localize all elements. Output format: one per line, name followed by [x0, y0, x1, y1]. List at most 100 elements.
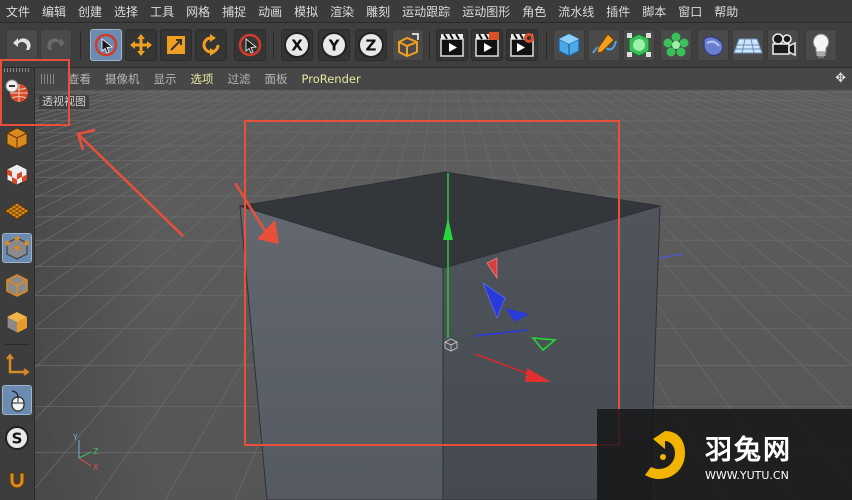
edit-render-settings-button[interactable] [506, 29, 538, 61]
viewport-menu-panel[interactable]: 面板 [258, 71, 295, 87]
camera-button[interactable] [767, 29, 799, 61]
menu-edit[interactable]: 编辑 [36, 3, 72, 20]
snap-icon: S [5, 426, 29, 450]
render-view-button[interactable] [436, 29, 468, 61]
texture-mode-icon [6, 163, 28, 186]
cube-button[interactable] [553, 29, 585, 61]
light-icon [812, 33, 830, 58]
svg-text:Y: Y [328, 37, 341, 55]
menu-mograph[interactable]: 运动图形 [456, 3, 516, 20]
z-axis-lock-button[interactable]: Z [355, 29, 387, 61]
pen-button[interactable] [588, 29, 620, 61]
rotate-button[interactable] [195, 29, 227, 61]
menu-simulate[interactable]: 模拟 [288, 3, 324, 20]
viewport-menu-filter[interactable]: 过滤 [221, 71, 258, 87]
magnet-icon [9, 472, 25, 489]
world-coordinate-button[interactable] [392, 29, 424, 61]
menu-motion-tracking[interactable]: 运动跟踪 [396, 3, 456, 20]
menu-pipeline[interactable]: 流水线 [552, 3, 600, 20]
menu-render[interactable]: 渲染 [324, 3, 360, 20]
main-toolbar: X Y Z [0, 23, 852, 68]
watermark-text: 羽兔网 WWW.YUTU.CN [705, 428, 792, 482]
undo-button[interactable] [6, 29, 38, 61]
pen-icon [592, 33, 617, 54]
undo-icon [13, 38, 31, 50]
menu-animate[interactable]: 动画 [252, 3, 288, 20]
axis-mode-icon [6, 353, 29, 376]
workplane-button[interactable] [2, 196, 32, 226]
toolbar-separator [80, 31, 81, 59]
x-axis-lock-button[interactable]: X [281, 29, 313, 61]
viewport-menu-options[interactable]: 选项 [184, 71, 221, 87]
svg-text:X: X [291, 37, 303, 55]
menu-script[interactable]: 脚本 [636, 3, 672, 20]
viewport-navigation-icon[interactable]: ✥ [835, 71, 846, 86]
move-icon [130, 34, 152, 56]
menu-help[interactable]: 帮助 [708, 3, 744, 20]
scale-button[interactable] [160, 29, 192, 61]
deformer-button[interactable] [697, 29, 729, 61]
edges-mode-button[interactable] [2, 270, 32, 300]
polygons-mode-button[interactable] [2, 307, 32, 337]
model-mode-button[interactable] [2, 123, 32, 153]
viewport-menu-display[interactable]: 显示 [147, 71, 184, 87]
light-button[interactable] [805, 29, 837, 61]
render-picture-viewer-icon [475, 32, 499, 57]
menu-tools[interactable]: 工具 [144, 3, 180, 20]
recent-tool-icon [238, 33, 262, 57]
live-selection-button[interactable] [90, 29, 122, 61]
render-view-icon [440, 33, 464, 57]
recent-tool-button[interactable] [234, 29, 266, 61]
workplane-icon [4, 202, 30, 220]
floor-icon [733, 38, 763, 54]
floor-button[interactable] [732, 29, 764, 61]
y-axis-lock-button[interactable]: Y [318, 29, 350, 61]
magnet-button[interactable] [2, 465, 32, 495]
deformer-icon [703, 36, 724, 56]
menu-file[interactable]: 文件 [0, 3, 36, 20]
watermark-url: WWW.YUTU.CN [705, 468, 789, 482]
toolbar-separator [546, 31, 547, 59]
camera-icon [772, 33, 796, 57]
redo-icon [47, 38, 65, 50]
move-button[interactable] [125, 29, 157, 61]
menu-character[interactable]: 角色 [516, 3, 552, 20]
subdivision-surface-button[interactable] [623, 29, 655, 61]
svg-text:Z: Z [366, 37, 377, 55]
menu-sculpt[interactable]: 雕刻 [360, 3, 396, 20]
svg-text:S: S [12, 430, 23, 448]
menu-snap[interactable]: 捕捉 [216, 3, 252, 20]
cloner-icon [663, 32, 689, 57]
redo-button[interactable] [40, 29, 72, 61]
menu-bar: 文件 编辑 创建 选择 工具 网格 捕捉 动画 模拟 渲染 雕刻 运动跟踪 运动… [0, 0, 852, 23]
rotate-icon [202, 34, 220, 56]
viewport-menu-cameras[interactable]: 摄像机 [98, 71, 147, 87]
model-mode-icon [6, 127, 28, 150]
points-mode-icon [5, 236, 29, 260]
menu-window[interactable]: 窗口 [672, 3, 708, 20]
axis-mode-button[interactable] [2, 350, 32, 380]
subdivision-icon [627, 33, 651, 57]
annotation-palette-highlight [0, 59, 70, 126]
edit-render-settings-icon [510, 33, 534, 57]
viewport-menu-bar: 查看 摄像机 显示 选项 过滤 面板 ProRender [35, 68, 852, 90]
menu-mesh[interactable]: 网格 [180, 3, 216, 20]
cloner-button[interactable] [660, 29, 692, 61]
watermark: 羽兔网 WWW.YUTU.CN [597, 409, 852, 500]
render-picture-viewer-button[interactable] [471, 29, 503, 61]
toolbar-separator [273, 31, 274, 59]
svg-text:Y: Y [72, 433, 78, 442]
tweak-mode-button[interactable] [2, 385, 32, 415]
menu-create[interactable]: 创建 [72, 3, 108, 20]
menu-select[interactable]: 选择 [108, 3, 144, 20]
menu-plugins[interactable]: 插件 [600, 3, 636, 20]
texture-mode-button[interactable] [2, 159, 32, 189]
z-axis-icon: Z [358, 32, 384, 58]
points-mode-button[interactable] [2, 233, 32, 263]
toolbar-separator [429, 31, 430, 59]
live-selection-icon [94, 33, 118, 57]
palette-separator [4, 344, 30, 345]
polygons-mode-icon [6, 311, 28, 334]
viewport-menu-prorender[interactable]: ProRender [295, 72, 368, 86]
snap-button[interactable]: S [2, 423, 32, 453]
